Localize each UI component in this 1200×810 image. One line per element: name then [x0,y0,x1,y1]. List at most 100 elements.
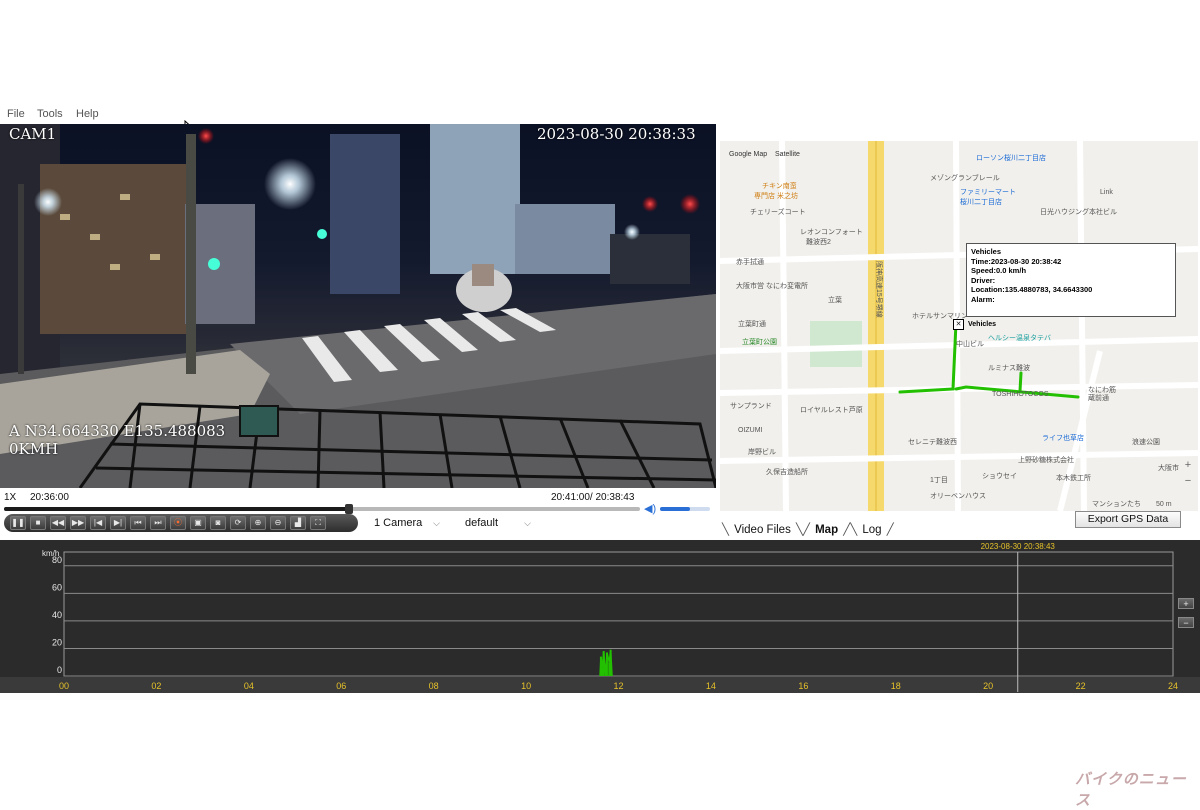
progress-fill [4,507,349,511]
map-label: Link [1100,189,1113,196]
vehicle-marker-icon[interactable]: ✕ [953,319,964,330]
x-tick-label: 16 [798,681,808,691]
skip-start-icon: ⏮ [134,518,142,527]
camera-select[interactable]: 1 Camera ⌵ [370,515,444,531]
volume-icon[interactable]: ◀) [644,502,656,515]
bottom-tabs: ╲ Video Files ╲╱ Map ╱╲ Log ╱ [722,524,894,536]
map-label: メゾングランブレール [930,175,1000,182]
clip-button[interactable]: ▣ [190,516,206,530]
map-type-satellite[interactable]: Satellite [775,151,800,158]
zoom-in-icon: ⊕ [254,518,262,527]
map-label: 岸野ビル [748,449,776,456]
speed-overlay: 0KMH [9,440,59,458]
playback-end-current-time: 20:41:00/ 20:38:43 [551,492,635,503]
zoom-in-button[interactable]: ⊕ [250,516,266,530]
x-tick-label: 14 [706,681,716,691]
tab-log[interactable]: Log [862,524,881,536]
watermark-logo: バイクのニュース [1075,771,1187,809]
fast-forward-button[interactable]: ▶▶ [70,516,86,530]
chart-icon: ▟ [294,518,302,527]
map-label: 難波西2 [806,239,831,246]
map-zoom-out-button[interactable]: − [1182,475,1194,487]
map-label: 蔵前通 [1088,395,1109,402]
time-cursor-label: 2023-08-30 20:38:43 [981,542,1056,551]
map-label: 久保吉造船所 [766,469,808,476]
y-tick-label: 40 [52,610,62,620]
rewind-button[interactable]: ◀◀ [50,516,66,530]
play-button[interactable]: ❚❚ [10,516,26,530]
menu-help[interactable]: Help [76,108,99,120]
map-label: 立葉町通 [738,321,766,328]
play-icon: ❚❚ [11,518,25,527]
loop-icon: ⟳ [234,518,242,527]
tab-video-files[interactable]: Video Files [734,524,791,536]
speed-graph[interactable]: 0 20 40 60 80 km/h 00 02 04 06 08 10 12 14 16 18 20 22 24 2… [0,540,1200,693]
x-tick-label: 02 [151,681,161,691]
menu-tools[interactable]: Tools [37,108,63,120]
graph-zoom-out-button[interactable]: − [1178,617,1194,628]
stop-button[interactable]: ■ [30,516,46,530]
map-label: ルミナス難波 [988,365,1030,372]
frame-back-icon: |◀ [93,518,103,527]
map-label: 赤手拭通 [736,259,764,266]
zoom-out-button[interactable]: ⊖ [270,516,286,530]
map-type-google[interactable]: Google Map [729,151,767,158]
loop-button[interactable]: ⟳ [230,516,246,530]
speed-graph-canvas: 020406080km/h00 02 04 06 08 10 12 14 16 18 20 22 242… [0,542,1200,693]
video-viewport[interactable]: CAM1 2023-08-30 20:38:33 A N34.664330 E1… [0,124,716,488]
x-tick-label: 24 [1168,681,1178,691]
map-label: 立葉町公園 [742,339,777,346]
map-label: 本木鉄工所 [1056,475,1091,482]
map-label: オリーベンハウス [930,493,986,500]
snapshot-button[interactable]: ◙ [210,516,226,530]
chevron-down-icon: ⌵ [524,517,531,528]
record-button[interactable]: ⦿ [170,516,186,530]
chevron-down-icon: ⌵ [433,517,440,528]
gps-overlay: A N34.664330 E135.488083 [9,422,226,440]
snapshot-icon: ◙ [215,518,221,527]
frame-back-button[interactable]: |◀ [90,516,106,530]
menu-bar: File Tools Help [0,106,716,124]
playback-rate: 1X [4,492,17,503]
skip-start-button[interactable]: ⏮ [130,516,146,530]
x-tick-label: 12 [613,681,623,691]
graph-zoom-in-button[interactable]: + [1178,598,1194,609]
menu-file[interactable]: File [7,108,25,120]
map-label: ロイヤルレスト芦原 [800,407,863,414]
map-label: サンプランド [730,403,772,410]
map-label: 1丁目 [930,477,948,484]
skip-end-button[interactable]: ⏭ [150,516,166,530]
map-label: チキン南蛮 [762,183,797,190]
map-label: ショウセイ [982,473,1017,480]
map-label: OIZUMI [738,427,763,434]
frame-forward-button[interactable]: ▶| [110,516,126,530]
map-label: 大阪市営 なにわ変電所 [736,283,808,290]
vehicle-info-driver: Driver: [971,275,996,285]
frame-forward-icon: ▶| [113,518,123,527]
progress-slider[interactable] [4,504,640,514]
playback-start-time: 20:36:00 [30,492,69,503]
x-tick-label: 06 [336,681,346,691]
map-label: 桜川二丁目店 [960,199,1002,206]
map-zoom-in-button[interactable]: + [1182,459,1194,471]
map-label: 浪速公園 [1132,439,1160,446]
map-label: チェリーズコート [750,209,806,216]
profile-select-value: default [465,517,499,529]
map-label: ローソン桜川二丁目店 [976,155,1046,162]
chart-button[interactable]: ▟ [290,516,306,530]
fullscreen-icon: ⛶ [315,518,321,527]
export-gps-button[interactable]: Export GPS Data [1075,511,1181,528]
y-tick-label: 20 [52,637,62,647]
fullscreen-button[interactable]: ⛶ [310,516,326,530]
profile-select[interactable]: default ⌵ [461,515,535,531]
x-tick-label: 18 [891,681,901,691]
map-view[interactable]: Google Map Satellite ローソン桜川二丁目店 メゾングランブレ… [720,141,1198,511]
volume-slider[interactable] [660,507,710,511]
vehicle-info-popup: Vehicles Time:2023-08-30 20:38:42 Speed:… [966,243,1176,317]
x-tick-label: 10 [521,681,531,691]
map-label: レオンコンフォート [800,229,863,236]
map-label: ファミリーマート [960,189,1016,196]
progress-handle[interactable] [344,504,353,514]
tab-map[interactable]: Map [815,524,838,536]
x-tick-label: 20 [983,681,993,691]
